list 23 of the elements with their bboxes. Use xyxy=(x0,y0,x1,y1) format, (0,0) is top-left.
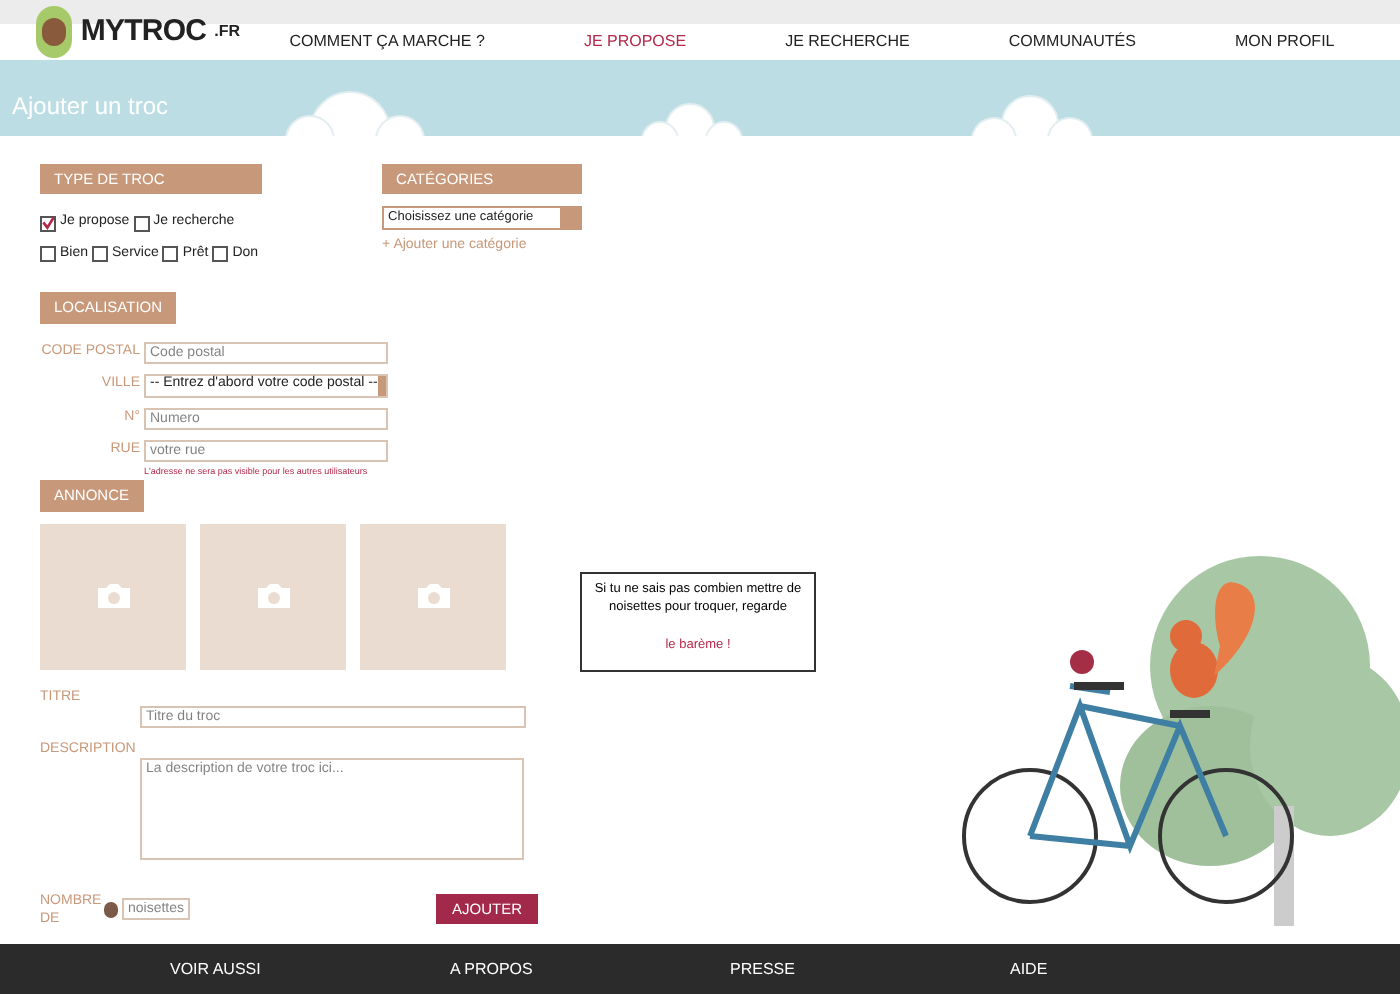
nav-link[interactable]: MON PROFIL xyxy=(1234,30,1335,54)
checkbox[interactable] xyxy=(92,246,109,262)
checkbox[interactable] xyxy=(40,215,56,231)
footer-link[interactable]: A PROPOS xyxy=(450,957,730,981)
logo-icon xyxy=(36,6,73,58)
camera-icon xyxy=(95,582,131,610)
logo-text: MYTROC xyxy=(80,11,207,52)
nav-link[interactable]: JE RECHERCHE xyxy=(785,30,910,54)
page-title: Ajouter un troc xyxy=(12,90,169,124)
footer-link[interactable]: PRESSE xyxy=(730,957,1010,981)
camera-icon xyxy=(255,582,291,610)
checkbox[interactable] xyxy=(162,246,179,262)
checkbox[interactable] xyxy=(40,246,56,262)
logo-suffix: .FR xyxy=(214,20,240,44)
nav-link[interactable]: COMMUNAUTÉS xyxy=(1008,30,1136,54)
nav-link[interactable]: COMMENT ÇA MARCHE ? xyxy=(289,30,485,54)
nav-link[interactable]: JE PROPOSE xyxy=(583,30,687,54)
checkbox[interactable] xyxy=(212,246,229,262)
camera-icon xyxy=(415,582,451,610)
footer-link[interactable]: VOIR AUSSI xyxy=(170,957,450,981)
acorn-icon xyxy=(104,901,118,917)
footer-link[interactable]: AIDE xyxy=(1010,957,1290,981)
checkbox[interactable] xyxy=(133,215,150,231)
